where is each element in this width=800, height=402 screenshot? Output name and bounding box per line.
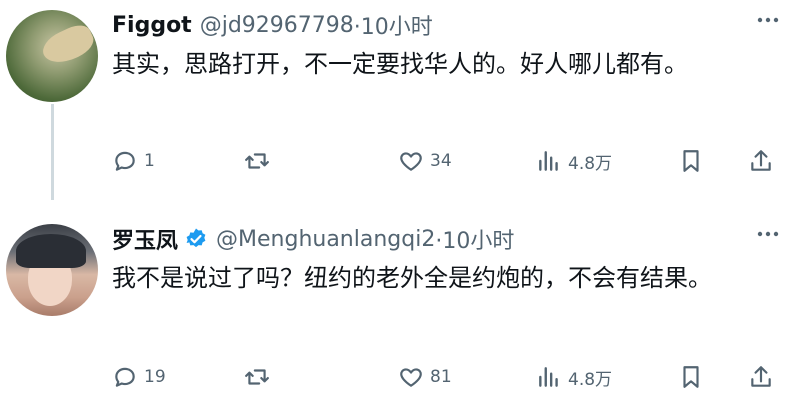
like-count: 81 <box>430 367 452 387</box>
like-icon <box>400 152 422 171</box>
avatar[interactable] <box>6 224 98 316</box>
user-handle[interactable]: @Menghuanlangqi2 <box>216 227 435 252</box>
thread-connector-line <box>51 104 54 200</box>
bookmark-icon <box>683 150 699 172</box>
bookmark-button[interactable] <box>678 360 704 394</box>
more-icon[interactable] <box>754 10 782 30</box>
reply-icon <box>115 151 135 171</box>
display-name[interactable]: 罗玉凤 <box>112 223 178 255</box>
bookmark-icon <box>683 366 699 388</box>
views-button[interactable]: 4.8万 <box>536 360 612 394</box>
reply-button[interactable]: 1 <box>112 144 155 178</box>
like-icon <box>400 368 422 387</box>
tweet-header: 罗玉凤 @Menghuanlangqi2 ·10小时 <box>112 222 514 256</box>
avatar-image <box>38 20 98 70</box>
tweet-text: 其实，思路打开，不一定要找华人的。好人哪儿都有。 <box>112 50 688 78</box>
reply-count: 19 <box>144 367 166 387</box>
retweet-button[interactable] <box>244 144 276 178</box>
retweet-button[interactable] <box>244 360 276 394</box>
avatar-image-hat <box>16 234 86 268</box>
action-bar: 19 81 4.8万 <box>112 360 784 394</box>
views-button[interactable]: 4.8万 <box>536 144 612 178</box>
verified-badge-icon <box>184 227 208 251</box>
reply-icon <box>115 367 135 387</box>
tweet-header: Figgot @jd92967798 ·10小时 <box>112 8 433 42</box>
like-count: 34 <box>430 151 452 171</box>
reply-button[interactable]: 19 <box>112 360 166 394</box>
view-count: 4.8万 <box>568 369 613 390</box>
timestamp[interactable]: ·10小时 <box>354 9 433 41</box>
retweet-icon <box>245 153 269 169</box>
retweet-icon <box>245 369 269 385</box>
display-name[interactable]: Figgot <box>112 13 192 38</box>
bookmark-button[interactable] <box>678 144 704 178</box>
user-handle[interactable]: @jd92967798 <box>200 13 354 38</box>
share-button[interactable] <box>748 144 774 178</box>
tweet[interactable]: Figgot @jd92967798 ·10小时 其实，思路打开，不一定要找华人… <box>0 0 800 200</box>
more-icon[interactable] <box>754 224 782 244</box>
views-icon <box>539 151 558 171</box>
like-button[interactable]: 81 <box>398 360 452 394</box>
action-bar: 1 34 4.8万 <box>112 144 784 178</box>
share-button[interactable] <box>748 360 774 394</box>
timestamp[interactable]: ·10小时 <box>435 223 514 255</box>
like-button[interactable]: 34 <box>398 144 452 178</box>
reply-count: 1 <box>144 151 155 171</box>
avatar[interactable] <box>6 10 98 102</box>
views-icon <box>539 367 558 387</box>
view-count: 4.8万 <box>568 153 613 174</box>
share-icon <box>751 150 771 171</box>
share-icon <box>751 366 771 387</box>
tweet-text: 我不是说过了吗？纽约的老外全是约炮的，不会有结果。 <box>112 264 712 292</box>
tweet[interactable]: 罗玉凤 @Menghuanlangqi2 ·10小时 我不是说过了吗？纽约的老外… <box>0 210 800 402</box>
